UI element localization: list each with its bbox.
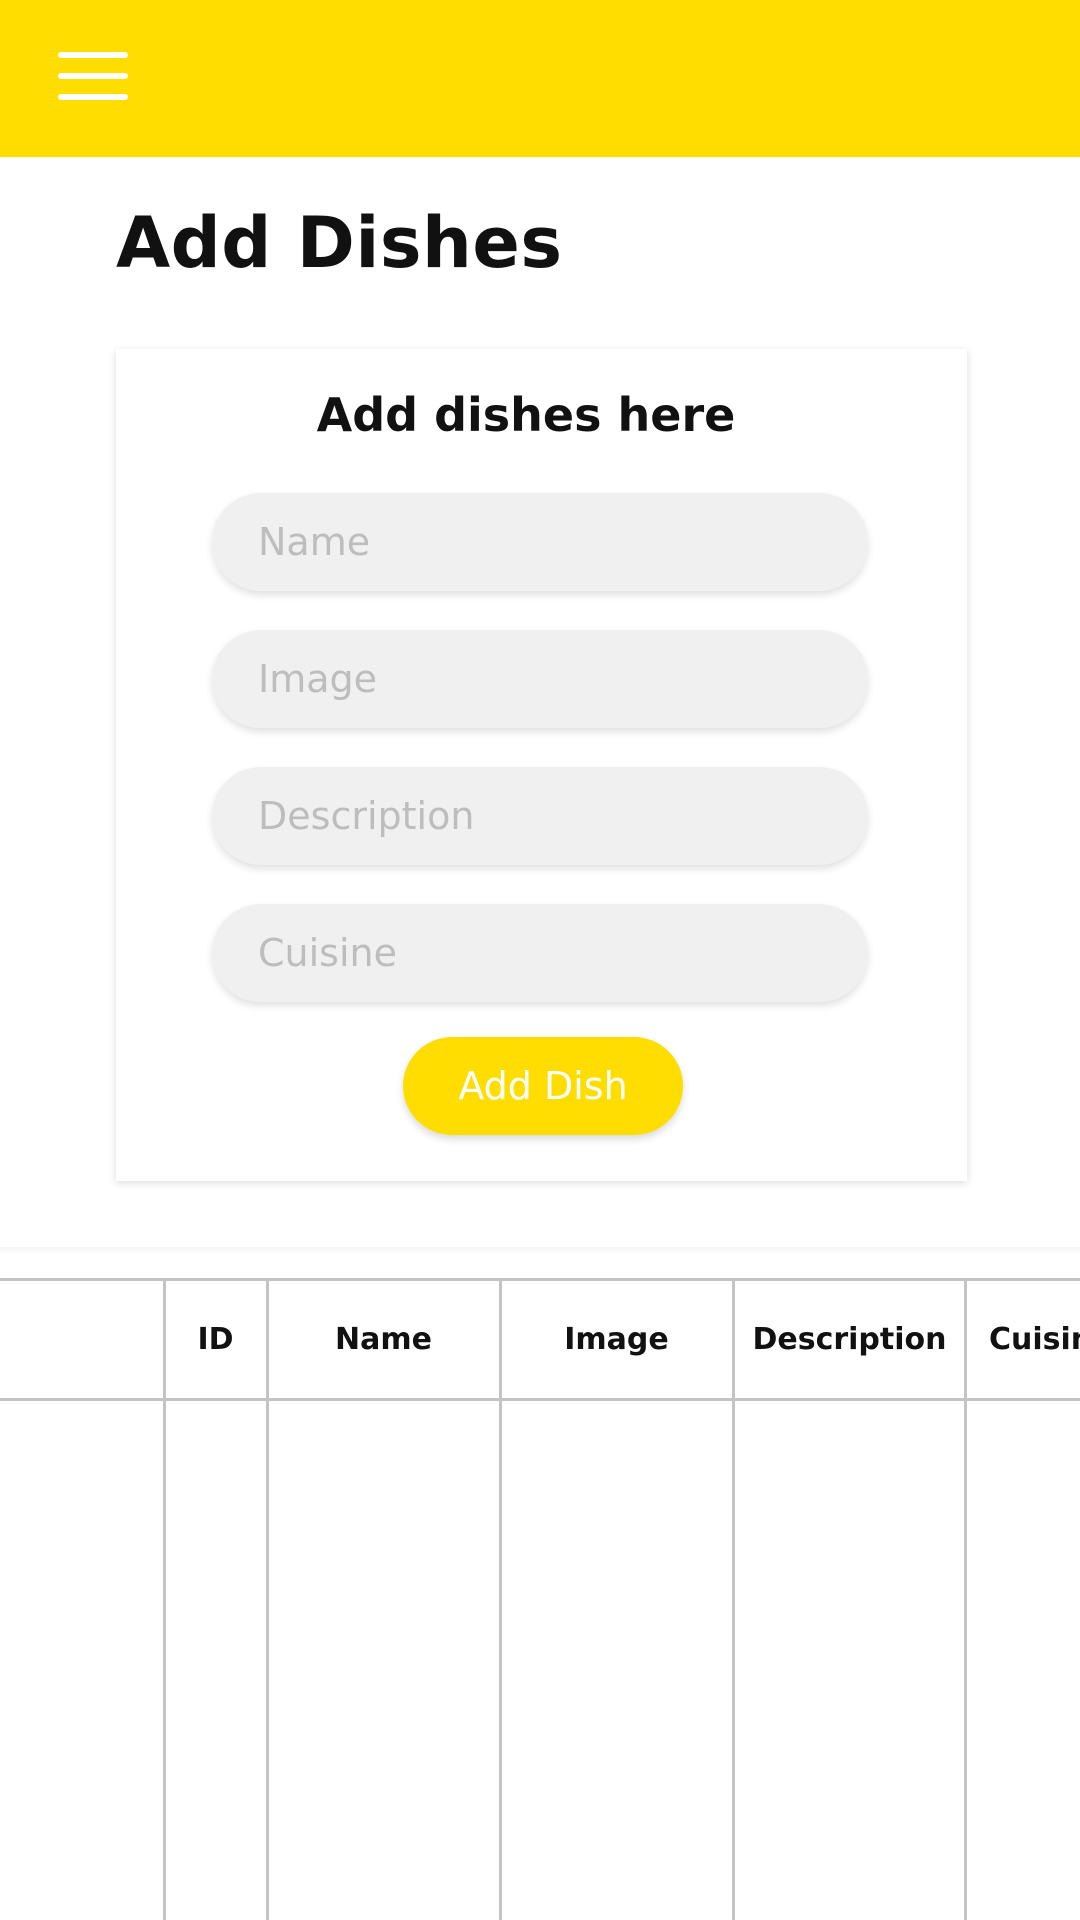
- section-divider: [0, 1247, 1080, 1255]
- table-cell: [162, 1398, 269, 1920]
- image-input[interactable]: [212, 630, 868, 728]
- name-input[interactable]: [212, 493, 868, 591]
- table-header-row: ID Name Image Description Cuisine: [0, 1278, 1080, 1401]
- column-header-cuisine: Cuisine: [964, 1278, 1080, 1401]
- top-app-bar: [0, 0, 1080, 157]
- table-cell: [731, 1398, 968, 1920]
- cuisine-input[interactable]: [212, 904, 868, 1002]
- dishes-table-container[interactable]: ID Name Image Description Cuisine: [0, 1278, 1080, 1920]
- add-dish-button[interactable]: Add Dish: [403, 1037, 683, 1135]
- table-cell: [498, 1398, 735, 1920]
- column-header-select: [0, 1278, 166, 1401]
- column-header-name: Name: [265, 1278, 502, 1401]
- table-empty-row: [0, 1398, 1080, 1920]
- column-header-id: ID: [162, 1278, 269, 1401]
- menu-button[interactable]: [52, 44, 132, 110]
- dishes-table: ID Name Image Description Cuisine: [0, 1278, 1080, 1920]
- page-title: Add Dishes: [116, 202, 563, 284]
- table-cell: [0, 1398, 166, 1920]
- add-dish-form-card: Add dishes here Add Dish: [116, 349, 967, 1181]
- table-cell: [964, 1398, 1080, 1920]
- column-header-description: Description: [731, 1278, 968, 1401]
- column-header-image: Image: [498, 1278, 735, 1401]
- table-cell: [265, 1398, 502, 1920]
- description-input[interactable]: [212, 767, 868, 865]
- form-title: Add dishes here: [316, 388, 736, 442]
